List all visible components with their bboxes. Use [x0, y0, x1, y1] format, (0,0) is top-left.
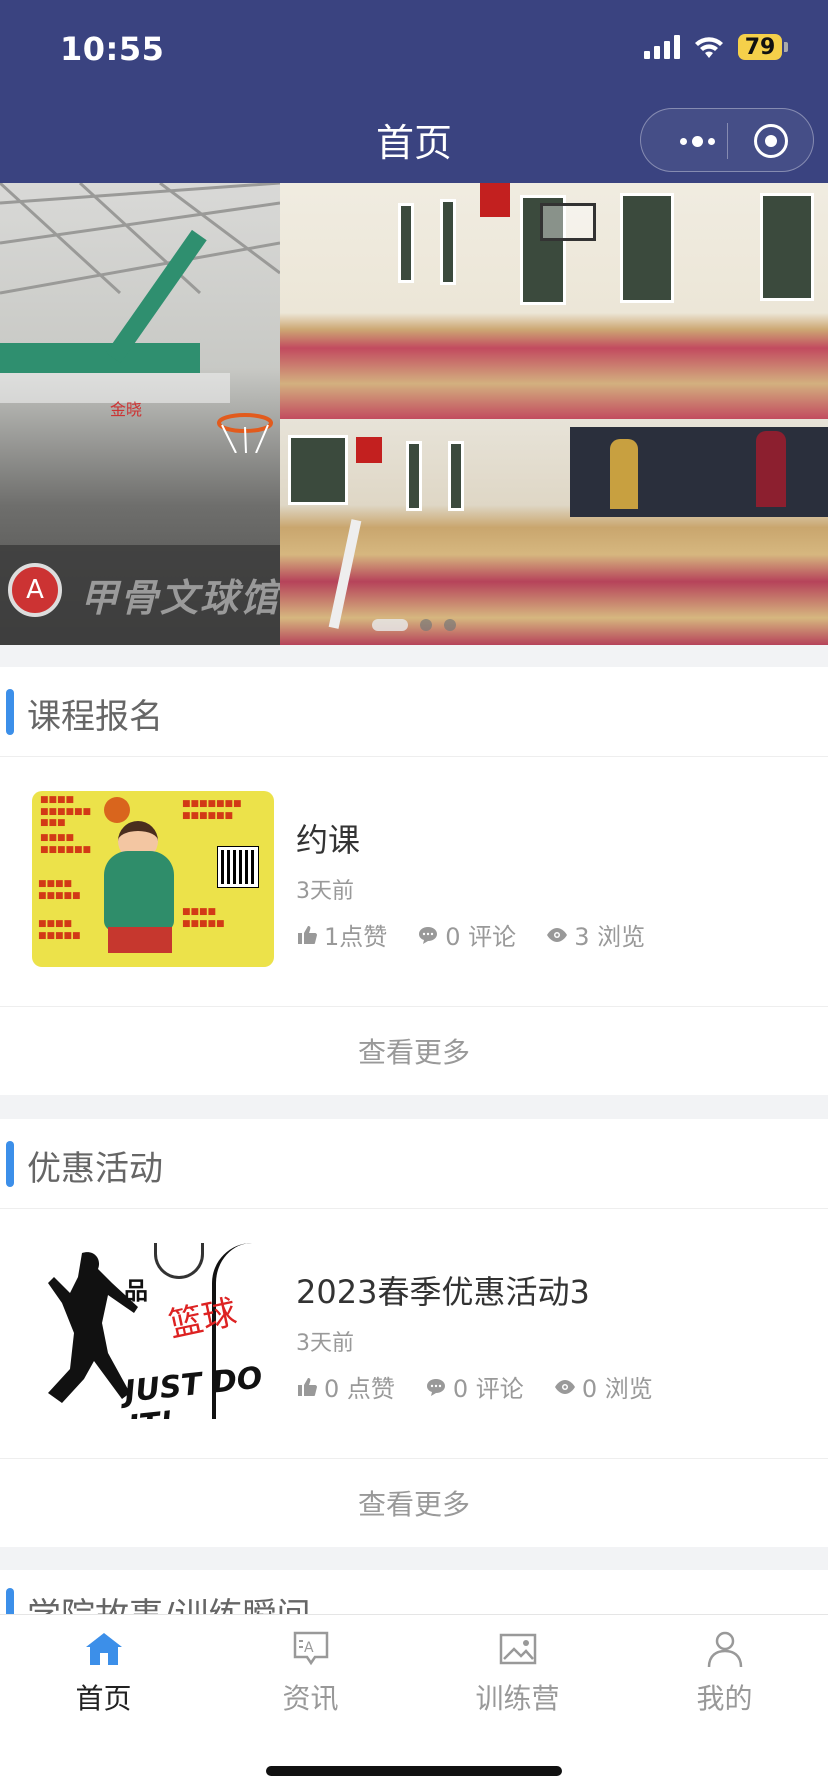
section-course-signup: 课程报名 ■■■■ ■■■■■■ ■■■ ■■■■ ■■■■■■ ■■■■ ■■■■■ … [0, 667, 828, 1095]
tab-profile[interactable]: 我的 [621, 1627, 828, 1717]
svg-text:A: A [304, 1640, 314, 1656]
image-icon [499, 1633, 536, 1665]
list-item-course[interactable]: ■■■■ ■■■■■■ ■■■ ■■■■ ■■■■■■ ■■■■ ■■■■■ ■■■■ ■… [0, 757, 828, 1007]
view-more-button[interactable]: 查看更多 [0, 1459, 828, 1547]
gym-logo-icon: A [8, 563, 62, 617]
comments-stat: 0 评论 [417, 917, 516, 952]
list-item-promotion[interactable]: 品 篮球 JUST DO IT! 2023春季优惠活动3 3天前 0 点赞 0 … [0, 1209, 828, 1459]
news-icon: A [293, 1631, 328, 1666]
section-accent-bar [6, 1141, 14, 1187]
section-promotions: 优惠活动 品 篮球 JUST DO IT! 2023春季优惠活动3 3天前 0 … [0, 1119, 828, 1547]
carousel-dot [444, 619, 456, 631]
section-accent-bar [6, 689, 14, 735]
section-accent-bar [6, 1588, 14, 1614]
carousel-dot [420, 619, 432, 631]
svg-text:金晓: 金晓 [110, 400, 142, 419]
banner-carousel[interactable]: 金晓 A 甲骨文球馆 [0, 183, 828, 645]
section-title: 优惠活动 [27, 1149, 163, 1189]
comment-icon [426, 1378, 445, 1396]
likes-stat: 1点赞 [296, 917, 387, 952]
item-stats: 0 点赞 0 评论 0 浏览 [296, 1369, 653, 1404]
likes-stat: 0 点赞 [296, 1369, 395, 1404]
tab-label: 训练营 [475, 1682, 560, 1715]
comment-icon [419, 926, 438, 944]
views-stat: 3 浏览 [546, 917, 645, 952]
section-header: 优惠活动 [0, 1119, 828, 1209]
home-icon [85, 1633, 122, 1665]
comments-stat: 0 评论 [425, 1369, 524, 1404]
banner-watermark: 甲骨文球馆 [80, 576, 281, 620]
views-stat: 0 浏览 [554, 1369, 653, 1404]
close-miniprogram-button[interactable] [754, 124, 788, 158]
tab-home[interactable]: 首页 [0, 1627, 207, 1717]
thumbs-up-icon [298, 925, 317, 944]
more-menu-button[interactable] [667, 109, 727, 173]
item-title: 约课 [296, 821, 361, 859]
roof-truss-graphic: 金晓 [0, 183, 280, 453]
banner-court-image-bottom [280, 419, 828, 645]
banner-court-image-top [280, 183, 828, 419]
section-title: 课程报名 [27, 697, 163, 737]
item-timestamp: 3天前 [296, 1331, 354, 1356]
carousel-dot-active [372, 619, 408, 631]
wifi-icon [695, 37, 723, 58]
tab-news[interactable]: A 资讯 [207, 1627, 414, 1717]
section-header: 课程报名 [0, 667, 828, 757]
eye-icon [547, 927, 568, 942]
tab-training-camp[interactable]: 训练营 [414, 1627, 621, 1717]
course-thumbnail: ■■■■ ■■■■■■ ■■■ ■■■■ ■■■■■■ ■■■■ ■■■■■ ■■■■ ■… [32, 791, 274, 967]
thumbs-up-icon [298, 1377, 317, 1396]
tab-label: 我的 [696, 1682, 753, 1715]
battery-level: 79 [738, 34, 782, 60]
tab-label: 资讯 [282, 1682, 339, 1715]
tab-label: 首页 [75, 1682, 132, 1715]
view-more-button[interactable]: 查看更多 [0, 1007, 828, 1095]
miniprogram-capsule [640, 108, 814, 172]
battery-icon: 79 [738, 34, 788, 60]
signal-icon [644, 35, 680, 59]
section-title: 学院故事/训练瞬间 [27, 1588, 310, 1614]
top-header: 10:55 79 首页 [0, 0, 828, 183]
promotion-thumbnail: 品 篮球 JUST DO IT! [32, 1243, 274, 1419]
section-stories-partial: 学院故事/训练瞬间 [0, 1570, 828, 1614]
status-time: 10:55 [60, 30, 165, 68]
banner-hoop-image: 金晓 A 甲骨文球馆 [0, 183, 280, 645]
item-stats: 1点赞 0 评论 3 浏览 [296, 917, 645, 952]
user-icon [707, 1631, 742, 1668]
status-icons: 79 [644, 34, 788, 60]
eye-icon [554, 1379, 575, 1394]
item-timestamp: 3天前 [296, 879, 354, 904]
item-title: 2023春季优惠活动3 [296, 1273, 590, 1311]
carousel-indicator [372, 619, 456, 631]
home-indicator[interactable] [266, 1766, 562, 1776]
